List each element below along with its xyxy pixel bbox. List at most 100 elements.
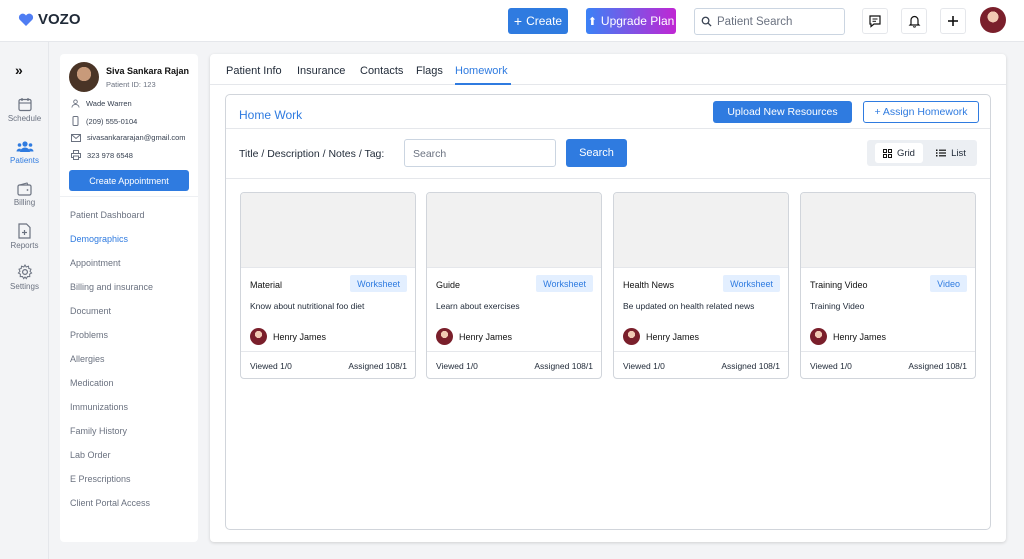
author-name: Henry James bbox=[833, 331, 887, 342]
card-divider bbox=[241, 351, 415, 352]
tab-patient-info[interactable]: Patient Info bbox=[226, 65, 282, 77]
report-icon bbox=[18, 223, 31, 239]
view-toggle: Grid List bbox=[867, 140, 977, 166]
card-title: Training Video bbox=[810, 280, 868, 290]
patient-name: Siva Sankara Rajan bbox=[106, 66, 190, 76]
patient-menu-dashboard[interactable]: Patient Dashboard bbox=[70, 210, 145, 220]
patient-menu-family-history[interactable]: Family History bbox=[70, 426, 127, 436]
filter-label: Title / Description / Notes / Tag: bbox=[239, 148, 385, 160]
card-thumbnail bbox=[427, 193, 601, 268]
patient-menu-e-prescriptions[interactable]: E Prescriptions bbox=[70, 474, 131, 484]
patient-menu-demographics[interactable]: Demographics bbox=[70, 234, 128, 244]
plus-icon: + bbox=[513, 13, 523, 29]
arrow-up-icon: ⬆ bbox=[587, 15, 597, 28]
plus-icon bbox=[948, 16, 958, 26]
patient-menu-billing[interactable]: Billing and insurance bbox=[70, 282, 153, 292]
add-button[interactable] bbox=[940, 8, 966, 34]
patient-menu-document[interactable]: Document bbox=[70, 306, 111, 316]
vozo-logo[interactable]: VOZO bbox=[18, 11, 81, 28]
patient-menu-problems[interactable]: Problems bbox=[70, 330, 108, 340]
card-viewed: Viewed 1/0 bbox=[810, 361, 852, 371]
card-title: Material bbox=[250, 280, 283, 290]
rail-item-patients[interactable]: Patients bbox=[0, 140, 49, 165]
bell-icon bbox=[908, 15, 920, 28]
users-icon bbox=[16, 141, 33, 152]
upgrade-plan-button[interactable]: ⬆ Upgrade Plan bbox=[586, 8, 676, 34]
patient-panel: Siva Sankara Rajan Patient ID: 123 Wade … bbox=[60, 54, 198, 542]
card-assigned: Assigned 108/1 bbox=[908, 361, 967, 371]
patient-phone-row: (209) 555-0104 bbox=[71, 116, 137, 126]
search-button[interactable]: Search bbox=[566, 139, 627, 167]
patient-search-input[interactable]: Patient Search bbox=[694, 8, 845, 35]
rail-label-patients: Patients bbox=[10, 156, 39, 165]
homework-card[interactable]: Training Video Video Training Video Henr… bbox=[800, 192, 976, 379]
grid-label: Grid bbox=[897, 147, 915, 159]
card-thumbnail bbox=[614, 193, 788, 268]
patient-id: Patient ID: 123 bbox=[106, 80, 156, 89]
homework-card[interactable]: Material Worksheet Know about nutritiona… bbox=[240, 192, 416, 379]
rail-item-billing[interactable]: Billing bbox=[0, 182, 49, 207]
upload-resources-button[interactable]: Upload New Resources bbox=[713, 101, 852, 123]
author-name: Henry James bbox=[646, 331, 700, 342]
card-viewed: Viewed 1/0 bbox=[623, 361, 665, 371]
tab-homework[interactable]: Homework bbox=[455, 65, 508, 77]
homework-card[interactable]: Health News Worksheet Be updated on heal… bbox=[613, 192, 789, 379]
card-author: Henry James bbox=[810, 328, 886, 345]
rail-item-settings[interactable]: Settings bbox=[0, 264, 49, 291]
rail-label-reports: Reports bbox=[10, 241, 39, 250]
chat-icon bbox=[869, 15, 881, 28]
grid-view-button[interactable]: Grid bbox=[875, 143, 923, 163]
card-thumbnail bbox=[241, 193, 415, 268]
top-bar: VOZO + Create ⬆ Upgrade Plan Patient Sea… bbox=[0, 0, 1024, 42]
phone-icon bbox=[72, 116, 79, 126]
messages-button[interactable] bbox=[862, 8, 888, 34]
patient-contact-name: Wade Warren bbox=[86, 99, 132, 108]
person-icon bbox=[71, 99, 80, 108]
card-type-badge: Worksheet bbox=[723, 275, 780, 292]
gear-icon bbox=[17, 264, 32, 280]
patient-menu-medication[interactable]: Medication bbox=[70, 378, 114, 388]
app-name: VOZO bbox=[38, 11, 81, 28]
list-view-button[interactable]: List bbox=[929, 143, 973, 163]
card-description: Training Video bbox=[810, 301, 865, 311]
homework-card[interactable]: Guide Worksheet Learn about exercises He… bbox=[426, 192, 602, 379]
homework-search-input[interactable]: Search bbox=[404, 139, 556, 167]
author-avatar bbox=[810, 328, 827, 345]
card-viewed: Viewed 1/0 bbox=[250, 361, 292, 371]
tab-contacts[interactable]: Contacts bbox=[360, 65, 403, 77]
tab-insurance[interactable]: Insurance bbox=[297, 65, 345, 77]
create-appointment-button[interactable]: Create Appointment bbox=[69, 170, 189, 191]
assign-homework-button[interactable]: + Assign Homework bbox=[863, 101, 979, 123]
rail-item-reports[interactable]: Reports bbox=[0, 223, 49, 250]
patient-menu-lab-order[interactable]: Lab Order bbox=[70, 450, 111, 460]
patient-menu-immunizations[interactable]: Immunizations bbox=[70, 402, 128, 412]
homework-title: Home Work bbox=[239, 108, 303, 122]
tab-flags[interactable]: Flags bbox=[416, 65, 443, 77]
card-author: Henry James bbox=[250, 328, 326, 345]
homework-section: Home Work Upload New Resources + Assign … bbox=[225, 94, 991, 530]
card-assigned: Assigned 108/1 bbox=[348, 361, 407, 371]
rail-label-billing: Billing bbox=[13, 198, 36, 207]
printer-icon bbox=[71, 150, 81, 160]
author-avatar bbox=[436, 328, 453, 345]
notifications-button[interactable] bbox=[901, 8, 927, 34]
rail-item-schedule[interactable]: Schedule bbox=[0, 97, 49, 123]
wallet-icon bbox=[17, 182, 32, 196]
create-button[interactable]: + Create bbox=[508, 8, 568, 34]
card-description: Be updated on health related news bbox=[623, 301, 755, 311]
mail-icon bbox=[71, 133, 81, 142]
card-viewed: Viewed 1/0 bbox=[436, 361, 478, 371]
patient-menu-appointment[interactable]: Appointment bbox=[70, 258, 121, 268]
card-assigned: Assigned 108/1 bbox=[534, 361, 593, 371]
heart-logo-icon bbox=[18, 13, 34, 26]
patient-menu-client-portal[interactable]: Client Portal Access bbox=[70, 498, 150, 508]
patient-search-placeholder: Patient Search bbox=[717, 15, 793, 28]
upgrade-label: Upgrade Plan bbox=[600, 14, 675, 28]
divider bbox=[226, 128, 990, 129]
patient-contact-row: Wade Warren bbox=[71, 99, 132, 108]
expand-sidebar-icon[interactable]: » bbox=[15, 62, 23, 78]
patient-email-row: sivasankararajan@gmail.com bbox=[71, 133, 186, 142]
patient-menu-allergies[interactable]: Allergies bbox=[70, 354, 105, 364]
user-avatar[interactable] bbox=[980, 7, 1006, 33]
tab-bar: Patient Info Insurance Contacts Flags Ho… bbox=[210, 54, 1006, 85]
